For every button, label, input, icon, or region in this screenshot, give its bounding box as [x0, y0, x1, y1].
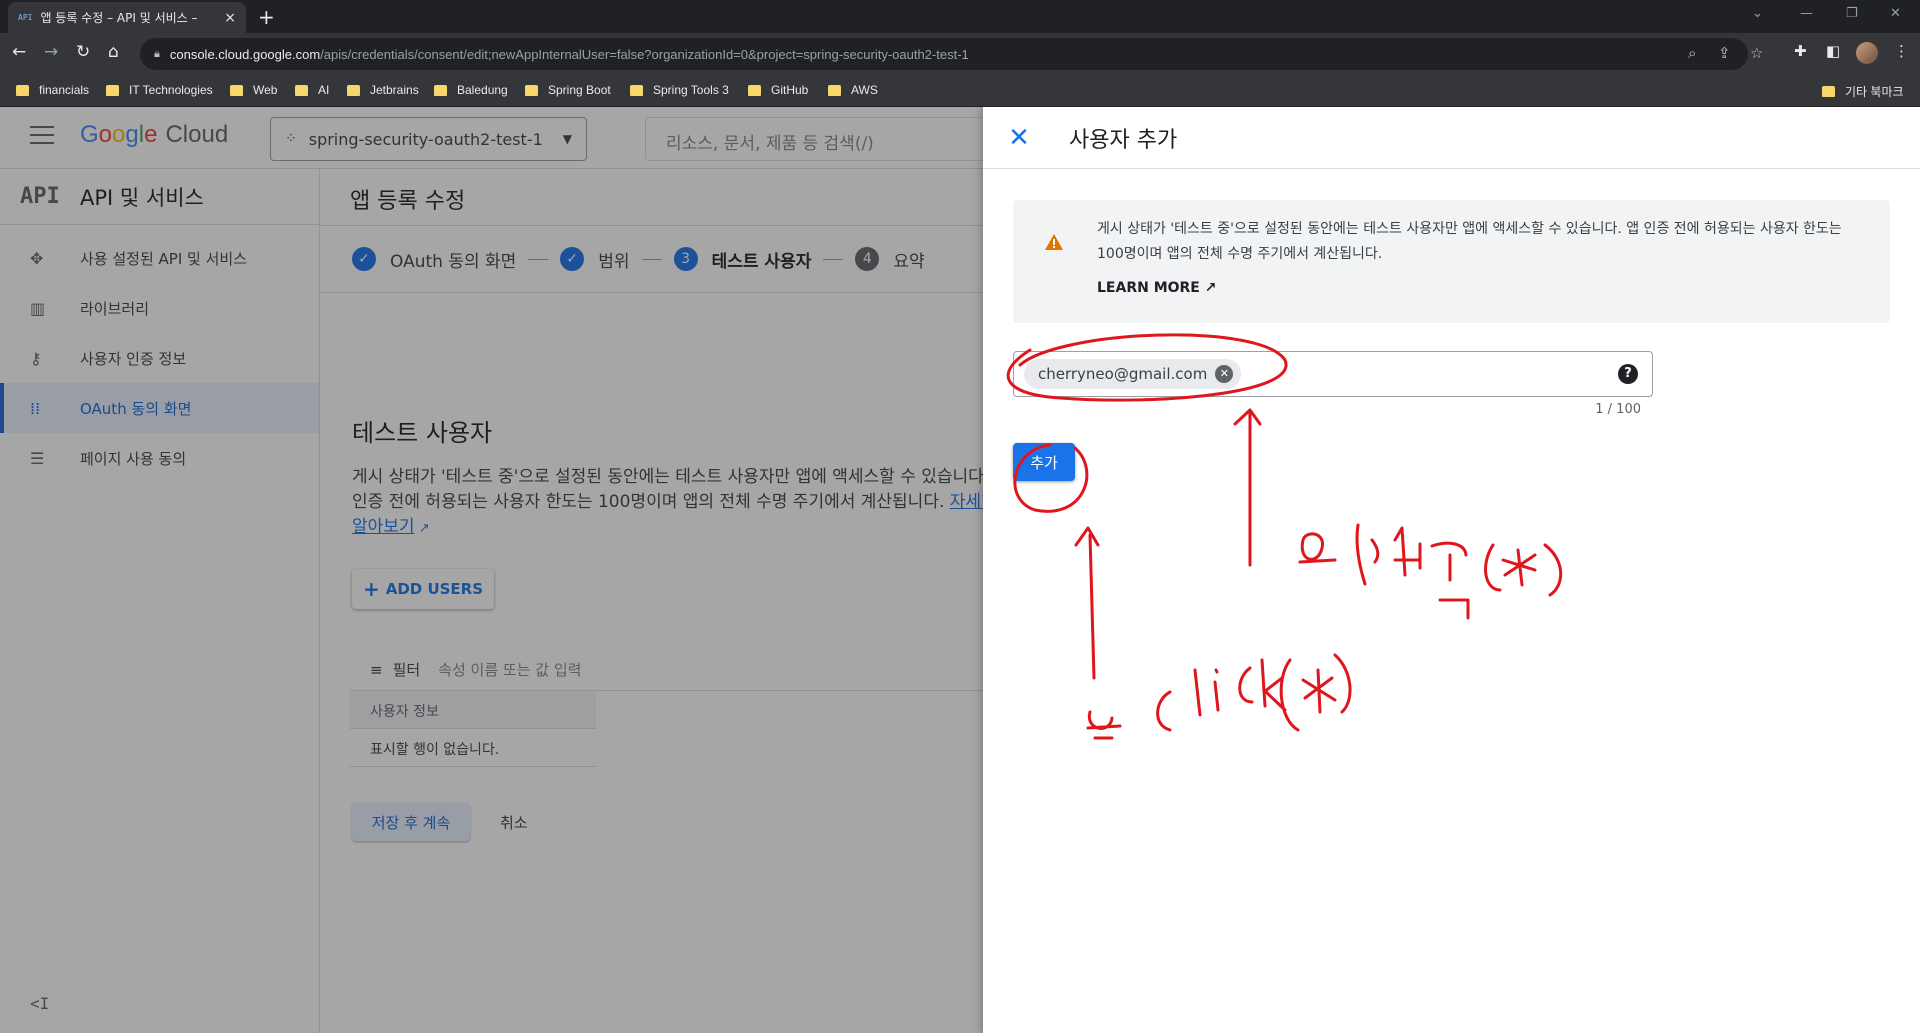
add-users-drawer: ✕ 사용자 추가 게시 상태가 '테스트 중'으로 설정된 동안에는 테스트 사…: [983, 107, 1920, 1033]
tab-title: 앱 등록 수정 – API 및 서비스 –: [40, 11, 198, 25]
api-favicon-icon: API: [18, 13, 33, 22]
folder-icon: [525, 84, 538, 96]
learn-more-link[interactable]: LEARN MORE ↗: [1097, 280, 1216, 296]
banner-text: 게시 상태가 '테스트 중'으로 설정된 동안에는 테스트 사용자만 앱에 액세…: [1097, 221, 1842, 262]
browser-toolbar: ← → ↻ ⌂ 🔒︎ console.cloud.google.com/apis…: [0, 33, 1920, 75]
char-counter: 1 / 100: [1595, 402, 1641, 417]
email-chip[interactable]: cherryneo@gmail.com ✕: [1024, 359, 1242, 389]
bookmark-folder[interactable]: AWS: [828, 83, 878, 97]
drawer-header: ✕ 사용자 추가: [983, 107, 1920, 169]
restore-icon[interactable]: ❐: [1846, 6, 1858, 21]
forward-icon[interactable]: →: [44, 42, 58, 62]
menu-kebab-icon[interactable]: ⋮: [1894, 42, 1909, 60]
bookmark-folder[interactable]: Baledung: [434, 83, 508, 97]
modal-scrim[interactable]: [0, 107, 983, 1033]
drawer-title: 사용자 추가: [1069, 127, 1178, 153]
add-button[interactable]: 추가: [1013, 443, 1075, 481]
folder-icon: [295, 84, 308, 96]
bookmark-folder[interactable]: Spring Boot: [525, 83, 611, 97]
reload-icon[interactable]: ↻: [76, 42, 90, 62]
extensions-icon[interactable]: ✚: [1794, 42, 1807, 60]
lock-icon[interactable]: 🔒︎: [154, 47, 160, 61]
external-link-icon: ↗: [1199, 280, 1217, 296]
help-icon[interactable]: ?: [1618, 364, 1638, 384]
warning-icon: [1045, 234, 1063, 250]
url-path: /apis/credentials/consent/edit;newAppInt…: [320, 46, 969, 62]
home-icon[interactable]: ⌂: [108, 42, 119, 62]
chip-label: cherryneo@gmail.com: [1038, 365, 1208, 383]
browser-tab[interactable]: API 앱 등록 수정 – API 및 서비스 – ×: [8, 2, 246, 33]
bookmark-folder[interactable]: IT Technologies: [106, 83, 213, 97]
remove-chip-icon[interactable]: ✕: [1215, 365, 1234, 383]
cloud-console: Google Cloud ⁘ spring-security-oauth2-tes…: [0, 107, 1920, 1033]
side-panel-icon[interactable]: ◧: [1826, 42, 1840, 60]
profile-avatar[interactable]: [1856, 42, 1878, 64]
zoom-icon[interactable]: ⌕: [1688, 44, 1696, 62]
other-bookmarks[interactable]: 기타 북마크: [1822, 83, 1904, 100]
bookmark-folder[interactable]: Jetbrains: [347, 83, 419, 97]
folder-icon: [230, 84, 243, 96]
browser-tab-bar: API 앱 등록 수정 – API 및 서비스 – × + ⌄ — ❐ ✕: [0, 0, 1920, 33]
new-tab-button[interactable]: +: [258, 5, 275, 29]
close-icon[interactable]: ✕: [1006, 125, 1032, 151]
folder-icon: [828, 84, 841, 96]
info-banner: 게시 상태가 '테스트 중'으로 설정된 동안에는 테스트 사용자만 앱에 액세…: [1013, 200, 1890, 323]
window-close-icon[interactable]: ✕: [1890, 6, 1901, 21]
tab-close-icon[interactable]: ×: [224, 10, 236, 26]
email-input[interactable]: cherryneo@gmail.com ✕ ?: [1013, 351, 1653, 397]
folder-icon: [16, 84, 29, 96]
bookmark-star-icon[interactable]: ☆: [1750, 44, 1763, 62]
folder-icon: [1822, 86, 1835, 97]
folder-icon: [347, 84, 360, 96]
tab-search-icon[interactable]: ⌄: [1752, 6, 1763, 21]
bookmark-folder[interactable]: AI: [295, 83, 329, 97]
bookmark-folder[interactable]: Web: [230, 83, 277, 97]
bookmark-folder[interactable]: financials: [16, 83, 89, 97]
minimize-icon[interactable]: —: [1800, 6, 1813, 21]
address-bar[interactable]: 🔒︎ console.cloud.google.com/apis/credent…: [140, 38, 1763, 70]
url-host: console.cloud.google.com: [169, 46, 321, 62]
folder-icon: [630, 84, 643, 96]
folder-icon: [434, 84, 447, 96]
bookmark-folder[interactable]: Spring Tools 3: [630, 83, 729, 97]
back-icon[interactable]: ←: [12, 42, 26, 62]
bookmarks-bar: financials IT Technologies Web AI Jetbra…: [0, 75, 1920, 107]
folder-icon: [748, 84, 761, 96]
bookmark-folder[interactable]: GitHub: [748, 83, 808, 97]
share-icon[interactable]: ⇪: [1718, 44, 1731, 62]
folder-icon: [106, 84, 119, 96]
